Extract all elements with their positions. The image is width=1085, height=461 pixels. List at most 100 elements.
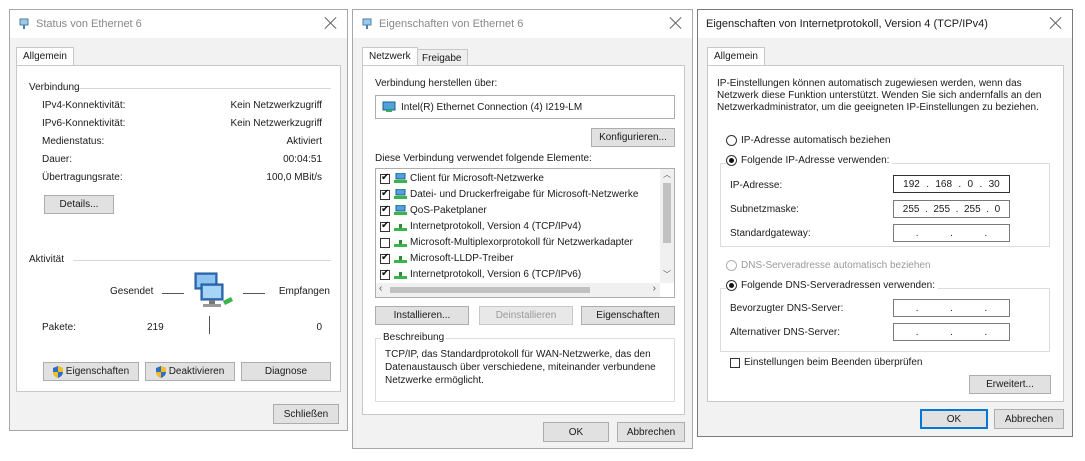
scroll-up-icon[interactable]: ︿ bbox=[663, 169, 671, 180]
radio-dot[interactable] bbox=[726, 280, 737, 291]
ipv4-titlebar: Eigenschaften von Internetprotokoll, Ver… bbox=[698, 10, 1072, 38]
close-icon[interactable] bbox=[323, 15, 339, 31]
manual-dns-radio[interactable]: Folgende DNS-Serveradressen verwenden: bbox=[726, 280, 938, 291]
list-item[interactable]: Datei- und Druckerfreigabe für Microsoft… bbox=[380, 187, 638, 202]
list-item[interactable]: Internetprotokoll, Version 6 (TCP/IPv6) bbox=[380, 267, 581, 282]
ok-button[interactable]: OK bbox=[920, 409, 988, 429]
ipv4-panel: IP-Einstellungen können automatisch zuge… bbox=[707, 65, 1064, 402]
disable-button-label: Deaktivieren bbox=[168, 366, 225, 377]
radio-dot bbox=[726, 260, 737, 271]
adapter-box: Intel(R) Ethernet Connection (4) I219-LM bbox=[375, 95, 675, 119]
list-item[interactable]: Microsoft-Multiplexorprotokoll für Netzw… bbox=[380, 235, 633, 250]
vertical-scrollbar[interactable]: ︿ ﹀ bbox=[660, 169, 674, 283]
ok-button[interactable]: OK bbox=[543, 422, 609, 442]
alternate-dns-label: Alternativer DNS-Server: bbox=[730, 327, 841, 338]
description-text-line: Datenaustausch über verschiedene, mitein… bbox=[385, 362, 656, 373]
ip-octet: 30 bbox=[988, 178, 1000, 190]
duration-label: Dauer: bbox=[42, 154, 73, 165]
packets-sent-value: 219 bbox=[147, 322, 164, 333]
item-checkbox[interactable] bbox=[380, 204, 390, 216]
scrollbar-thumb[interactable] bbox=[663, 183, 671, 243]
item-checkbox[interactable] bbox=[380, 268, 390, 280]
uninstall-button: Deinstallieren bbox=[479, 306, 573, 325]
media-status-value: Aktiviert bbox=[286, 136, 322, 147]
activity-heading: Aktivität bbox=[29, 254, 65, 265]
subnet-octet: 255 bbox=[933, 203, 951, 215]
item-checkbox[interactable] bbox=[380, 237, 390, 248]
divider bbox=[162, 293, 184, 294]
description-heading: Beschreibung bbox=[381, 332, 447, 343]
item-label: Internetprotokoll, Version 4 (TCP/IPv4) bbox=[410, 221, 582, 232]
diagnose-button[interactable]: Diagnose bbox=[241, 362, 331, 381]
validate-checkbox[interactable]: Einstellungen beim Beenden überprüfen bbox=[730, 357, 922, 368]
list-item[interactable]: Internetprotokoll, Version 4 (TCP/IPv4) bbox=[380, 219, 581, 234]
close-button[interactable]: Schließen bbox=[273, 404, 339, 424]
description-text-line: Netzwerke ermöglicht. bbox=[385, 375, 484, 386]
divider bbox=[73, 260, 331, 261]
ip-address-input[interactable]: 192. 168. 0. 30 bbox=[893, 175, 1010, 193]
ethernet-icon bbox=[362, 18, 372, 29]
subnet-octet: 255 bbox=[963, 203, 981, 215]
dns-group bbox=[720, 288, 1050, 352]
configure-button[interactable]: Konfigurieren... bbox=[591, 128, 675, 147]
divider bbox=[243, 293, 265, 294]
gateway-input[interactable]: ... bbox=[893, 224, 1010, 242]
item-checkbox[interactable] bbox=[380, 252, 390, 264]
cancel-button[interactable]: Abbrechen bbox=[994, 409, 1064, 429]
connection-heading: Verbindung bbox=[29, 82, 80, 93]
tab-general[interactable]: Allgemein bbox=[16, 47, 74, 65]
ip-address-label: IP-Adresse: bbox=[730, 180, 783, 191]
alternate-dns-input[interactable]: ... bbox=[893, 323, 1010, 341]
media-status-label: Medienstatus: bbox=[42, 136, 105, 147]
install-button[interactable]: Installieren... bbox=[375, 306, 469, 325]
checkbox-box[interactable] bbox=[730, 357, 740, 368]
protocol-icon bbox=[394, 224, 407, 231]
cancel-button[interactable]: Abbrechen bbox=[617, 422, 685, 442]
disable-button[interactable]: Deaktivieren bbox=[145, 362, 235, 381]
item-properties-button[interactable]: Eigenschaften bbox=[581, 306, 675, 325]
close-icon[interactable] bbox=[1048, 15, 1064, 31]
auto-ip-radio[interactable]: IP-Adresse automatisch beziehen bbox=[726, 135, 891, 146]
scroll-right-icon[interactable]: › bbox=[653, 283, 656, 294]
ethernet-icon bbox=[19, 18, 29, 29]
scroll-down-icon[interactable]: ﹀ bbox=[663, 269, 671, 280]
divider bbox=[209, 316, 210, 334]
item-checkbox[interactable] bbox=[380, 188, 390, 200]
properties-button[interactable]: Eigenschaften bbox=[43, 362, 139, 381]
close-icon[interactable] bbox=[668, 15, 684, 31]
advanced-button[interactable]: Erweitert... bbox=[969, 375, 1051, 394]
adapter-name: Intel(R) Ethernet Connection (4) I219-LM bbox=[401, 101, 583, 113]
network-client-icon bbox=[394, 173, 407, 183]
radio-dot[interactable] bbox=[726, 135, 737, 146]
list-item[interactable]: QoS-Paketplaner bbox=[380, 203, 487, 218]
scroll-left-icon[interactable]: ‹ bbox=[379, 283, 382, 294]
list-item[interactable]: Client für Microsoft-Netzwerke bbox=[380, 171, 544, 186]
subnet-octet: 0 bbox=[994, 203, 1001, 215]
items-label: Diese Verbindung verwendet folgende Elem… bbox=[375, 153, 592, 164]
item-label: Datei- und Druckerfreigabe für Microsoft… bbox=[410, 189, 639, 200]
description-text-line: TCP/IP, das Standardprotokoll für WAN-Ne… bbox=[385, 349, 651, 360]
list-item[interactable]: Microsoft-LLDP-Treiber bbox=[380, 251, 514, 266]
item-label: Microsoft-LLDP-Treiber bbox=[410, 253, 514, 264]
received-label: Empfangen bbox=[278, 286, 330, 297]
tab-general[interactable]: Allgemein bbox=[707, 47, 765, 65]
intro-text-line: Netzwerkadministrator, um die geeigneten… bbox=[717, 102, 1039, 113]
subnet-input[interactable]: 255. 255. 255. 0 bbox=[893, 200, 1010, 218]
scrollbar-thumb[interactable] bbox=[390, 287, 590, 293]
duration-value: 00:04:51 bbox=[283, 154, 322, 165]
tab-network[interactable]: Netzwerk bbox=[362, 47, 418, 65]
network-computers-icon bbox=[194, 272, 233, 307]
preferred-dns-input[interactable]: ... bbox=[893, 299, 1010, 317]
details-button[interactable]: Details... bbox=[44, 195, 114, 214]
item-checkbox[interactable] bbox=[380, 172, 390, 184]
manual-ip-radio[interactable]: Folgende IP-Adresse verwenden: bbox=[726, 155, 893, 166]
auto-ip-label: IP-Adresse automatisch beziehen bbox=[741, 135, 891, 146]
connect-using-label: Verbindung herstellen über: bbox=[375, 78, 498, 89]
status-titlebar: Status von Ethernet 6 bbox=[10, 10, 347, 38]
subnet-label: Subnetzmaske: bbox=[730, 204, 799, 215]
radio-dot[interactable] bbox=[726, 155, 737, 166]
item-checkbox[interactable] bbox=[380, 220, 390, 232]
items-list: Client für Microsoft-Netzwerke Datei- un… bbox=[375, 168, 675, 298]
ip-octet: 168 bbox=[935, 178, 953, 190]
horizontal-scrollbar[interactable]: ‹ › bbox=[376, 283, 660, 297]
